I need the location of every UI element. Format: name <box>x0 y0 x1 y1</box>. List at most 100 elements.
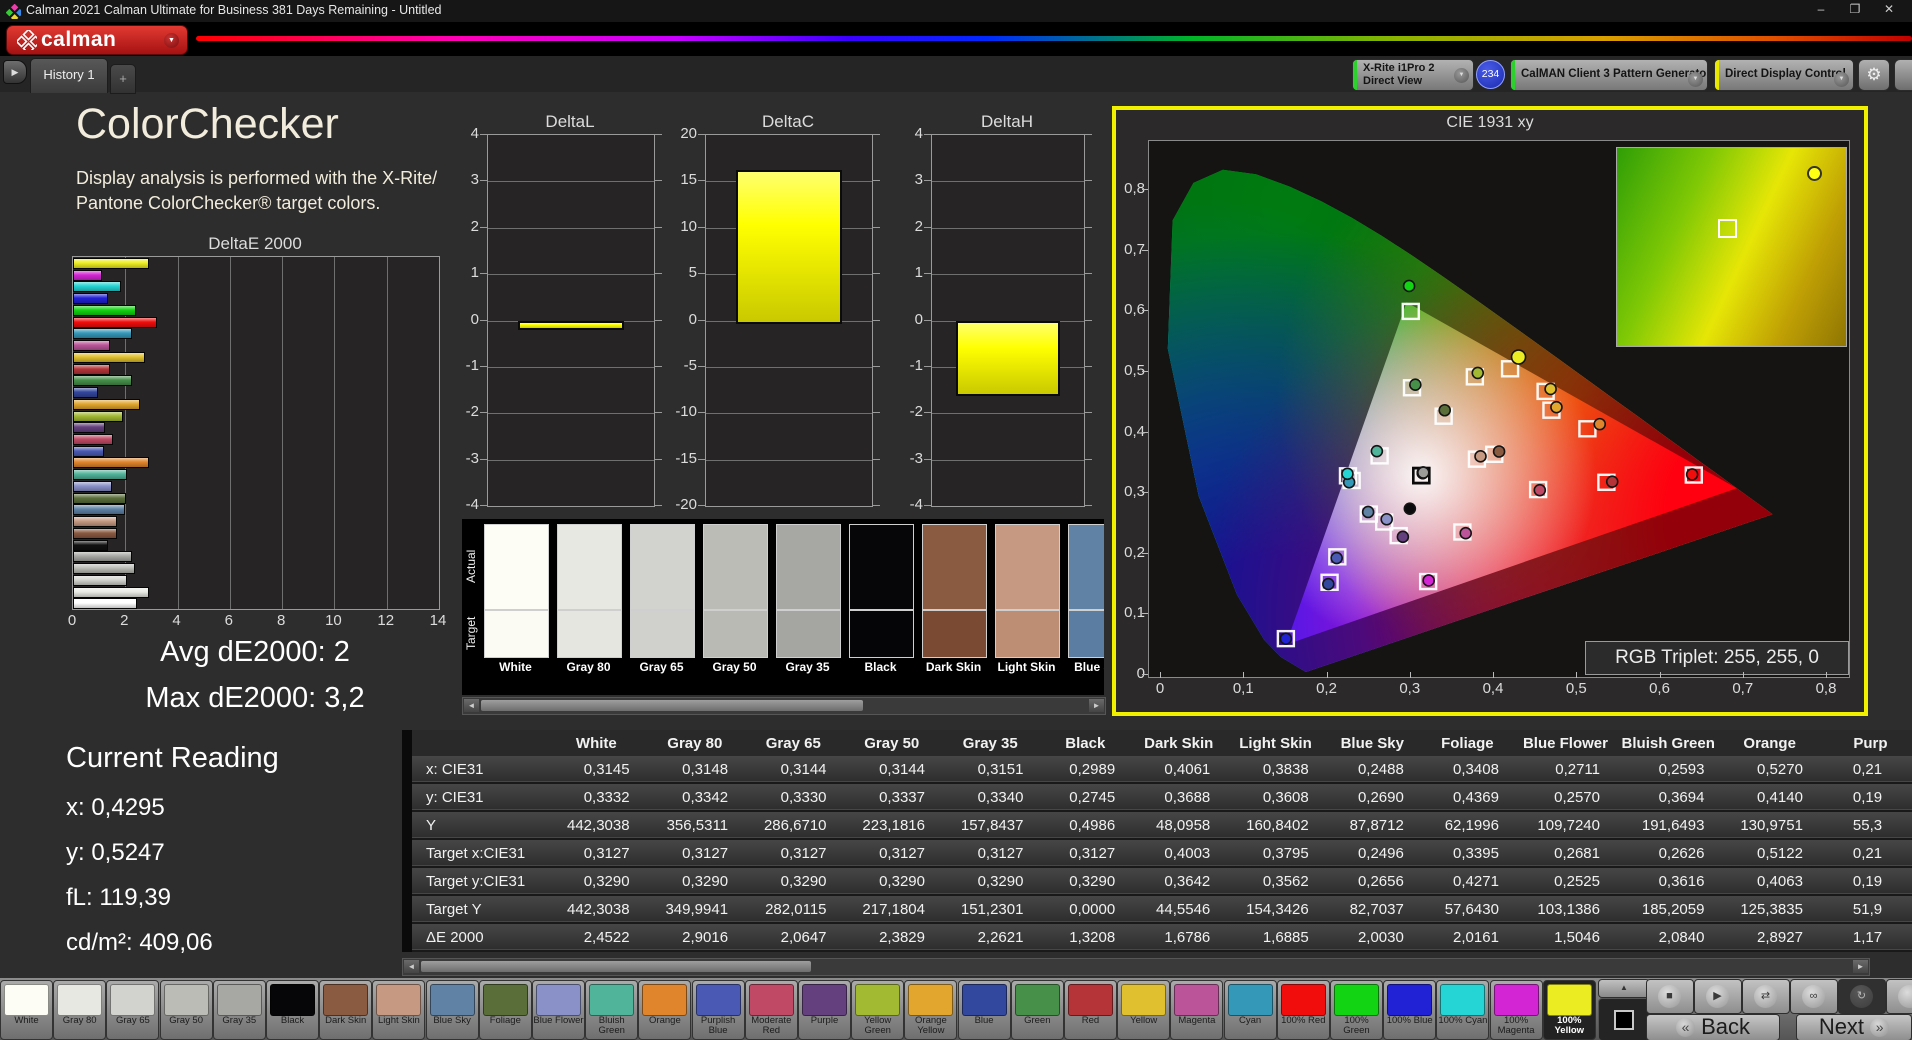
cell: 0,4369 <box>1453 788 1499 806</box>
actual-swatch-Light Skin <box>995 524 1060 610</box>
deltae2000-x-axis: 0 2 4 6 8 10 12 14 <box>60 612 460 630</box>
meter-line1: X-Rite i1Pro 2 <box>1363 62 1435 74</box>
patch-Yellow[interactable]: Yellow <box>1117 980 1171 1040</box>
scroll-left-icon[interactable]: ◄ <box>464 699 479 712</box>
patch-Blue Flower[interactable]: Blue Flower <box>532 980 585 1040</box>
tick-mark <box>480 226 487 228</box>
patch-100% Red[interactable]: 100% Red <box>1276 980 1330 1040</box>
patch-100% Yellow[interactable]: 100% Yellow <box>1542 980 1596 1040</box>
cell: 0,4061 <box>1164 760 1211 778</box>
tick-mark <box>655 134 662 135</box>
patch-Magenta[interactable]: Magenta <box>1170 980 1224 1040</box>
cell: 0,3332 <box>583 788 630 806</box>
table-scrollbar[interactable]: ◄ ► <box>402 958 1870 976</box>
actual-target-swatch-strip: Actual Target White Gray 80 Gray 65 Gray 50… <box>462 519 1104 695</box>
partial-transport-button[interactable] <box>1886 979 1912 1014</box>
close-icon[interactable]: ✕ <box>1874 2 1904 20</box>
bar-Dark Skin <box>73 527 117 539</box>
cell: 0,3330 <box>780 788 827 806</box>
scroll-left-icon[interactable]: ◄ <box>404 960 419 973</box>
cell: 0,3127 <box>780 844 827 862</box>
loop-button[interactable]: ∞ <box>1790 979 1838 1014</box>
patch-Gray 80[interactable]: Gray 80 <box>53 980 107 1040</box>
scroll-right-icon[interactable]: ► <box>1853 960 1868 973</box>
patch-Moderate Red[interactable]: Moderate Red <box>744 980 798 1040</box>
patch-Blue[interactable]: Blue <box>957 980 1011 1040</box>
patch-label-Orange Yellow: Orange Yellow <box>915 1015 947 1037</box>
patch-Dark Skin[interactable]: Dark Skin <box>319 980 373 1040</box>
patch-Orange[interactable]: Orange <box>638 980 692 1040</box>
stop-button[interactable]: ■ <box>1646 979 1694 1014</box>
swatch-label-Black: Black <box>864 660 897 674</box>
patch-Green[interactable]: Green <box>1010 980 1064 1040</box>
tick-mark <box>1085 365 1092 367</box>
patch-Cyan[interactable]: Cyan <box>1223 980 1277 1040</box>
cell: 2,8927 <box>1757 928 1803 946</box>
minimize-icon[interactable]: – <box>1806 2 1836 20</box>
patch-Blue Sky[interactable]: Blue Sky <box>425 980 479 1040</box>
patch-Yellow Green[interactable]: Yellow Green <box>851 980 905 1040</box>
swatch-label-White: White <box>499 660 532 674</box>
patch-Gray 65[interactable]: Gray 65 <box>106 980 160 1040</box>
patch-label-Moderate Red: Moderate Red <box>751 1015 792 1037</box>
table-row: Target y:CIE31 0,3290 0,3290 0,3290 0,3290 0,… <box>412 867 1912 895</box>
cell: 151,2301 <box>960 900 1024 918</box>
patch-100% Cyan[interactable]: 100% Cyan <box>1436 980 1490 1040</box>
patch-Light Skin[interactable]: Light Skin <box>372 980 426 1040</box>
cie-y-tick-0,7: 0,7 <box>1124 240 1145 258</box>
maximize-icon[interactable]: ❐ <box>1840 2 1870 20</box>
display-control-dropdown[interactable]: Direct Display Control ▼ <box>1714 59 1854 91</box>
x-tick-14: 14 <box>429 612 447 629</box>
meter-count-badge[interactable]: 234 <box>1476 60 1505 89</box>
settings-button[interactable]: ⚙ <box>1858 59 1890 91</box>
cell: 125,3835 <box>1740 900 1803 918</box>
refresh-button[interactable]: ↻ <box>1838 979 1886 1014</box>
patch-Purple[interactable]: Purple <box>798 980 851 1040</box>
back-button[interactable]: « Back <box>1646 1014 1780 1040</box>
patch-Gray 50[interactable]: Gray 50 <box>159 980 213 1040</box>
patch-Foliage[interactable]: Foliage <box>478 980 532 1040</box>
partial-button[interactable] <box>1894 59 1912 91</box>
pattern-window-button[interactable] <box>1598 998 1650 1040</box>
cie-zoom-inset <box>1616 147 1847 347</box>
swatch-scrollbar[interactable]: ◄ ► <box>462 697 1106 715</box>
patch-chip-Moderate Red <box>748 984 794 1016</box>
gridline <box>488 413 654 415</box>
scrollbar-thumb[interactable] <box>481 700 863 711</box>
patch-100% Blue[interactable]: 100% Blue <box>1383 980 1437 1040</box>
bar-Cyan <box>73 328 133 340</box>
patch-Red[interactable]: Red <box>1064 980 1117 1040</box>
next-button[interactable]: Next » <box>1796 1014 1912 1040</box>
patch-100% Green[interactable]: 100% Green <box>1330 980 1383 1040</box>
panel-expander-button[interactable]: ▶ <box>3 60 27 84</box>
chevron-down-icon[interactable]: ▼ <box>164 33 179 48</box>
patch-chip-Magenta <box>1174 984 1220 1016</box>
patch-White[interactable]: White <box>0 980 53 1040</box>
step-button[interactable]: ⇄ <box>1742 979 1790 1014</box>
add-tab-button[interactable]: + <box>110 64 136 94</box>
col-header: Light Skin <box>1239 734 1312 752</box>
actual-swatch-Gray 65 <box>630 524 695 610</box>
tab-history-1[interactable]: History 1 <box>30 58 108 93</box>
delta-bar <box>956 320 1060 397</box>
tick-mark <box>1742 672 1744 678</box>
tick-mark <box>480 134 487 135</box>
patch-100% Magenta[interactable]: 100% Magenta <box>1489 980 1543 1040</box>
cell: 2,0647 <box>780 928 827 946</box>
patch-Black[interactable]: Black <box>266 980 319 1040</box>
play-button[interactable]: ▶ <box>1694 979 1742 1014</box>
patch-chip-100% Green <box>1334 984 1379 1016</box>
scroll-right-icon[interactable]: ► <box>1089 699 1104 712</box>
patch-Purplish Blue[interactable]: Purplish Blue <box>691 980 745 1040</box>
toolbar-collapse-button[interactable]: ▲ <box>1598 979 1650 998</box>
meter-dropdown[interactable]: X-Rite i1Pro 2 Direct View ▼ <box>1352 59 1474 91</box>
pattern-generator-dropdown[interactable]: CalMAN Client 3 Pattern Generator ▼ <box>1510 59 1708 91</box>
patch-Bluish Green[interactable]: Bluish Green <box>585 980 639 1040</box>
patch-Orange Yellow[interactable]: Orange Yellow <box>904 980 958 1040</box>
patch-Gray 35[interactable]: Gray 35 <box>212 980 266 1040</box>
scrollbar-thumb[interactable] <box>421 961 811 972</box>
cell: 185,2059 <box>1641 900 1705 918</box>
calman-menu-button[interactable]: calman ▼ <box>6 25 188 55</box>
cell: 0,4063 <box>1757 872 1803 890</box>
target-row-label: Target <box>464 616 478 650</box>
